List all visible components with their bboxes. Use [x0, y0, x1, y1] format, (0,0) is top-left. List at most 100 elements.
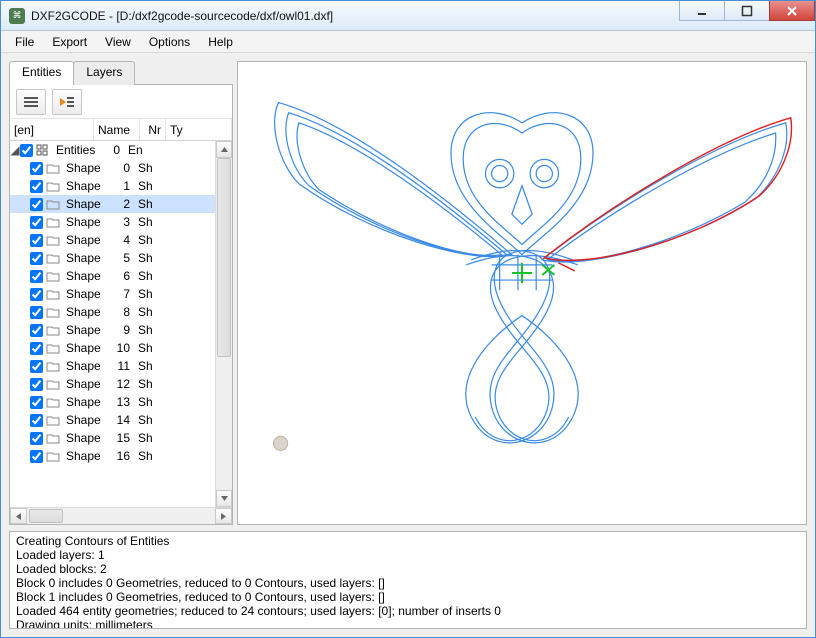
minimize-button[interactable] [679, 1, 725, 21]
scroll-right-button[interactable] [215, 508, 232, 524]
tree-row[interactable]: Shape1Sh [10, 177, 215, 195]
row-nr: 0 [110, 161, 136, 175]
log-panel[interactable]: Creating Contours of EntitiesLoaded laye… [9, 531, 807, 629]
tree-row[interactable]: Shape4Sh [10, 231, 215, 249]
row-checkbox[interactable] [30, 198, 43, 211]
menu-file[interactable]: File [7, 33, 42, 51]
row-type: Sh [136, 431, 215, 445]
row-checkbox[interactable] [30, 162, 43, 175]
hscroll-thumb[interactable] [29, 509, 63, 523]
scroll-up-button[interactable] [216, 141, 232, 158]
hscroll-track[interactable] [27, 508, 215, 524]
col-name[interactable]: Name [94, 119, 140, 140]
row-checkbox[interactable] [30, 414, 43, 427]
row-checkbox[interactable] [30, 324, 43, 337]
row-nr: 6 [110, 269, 136, 283]
scroll-track[interactable] [216, 158, 232, 490]
log-line: Block 0 includes 0 Geometries, reduced t… [16, 576, 800, 590]
tree-row[interactable]: Shape5Sh [10, 249, 215, 267]
content-area: Entities Layers [en] Name [1, 53, 815, 637]
row-checkbox[interactable] [30, 180, 43, 193]
tree-header[interactable]: [en] Name Nr Ty [10, 119, 232, 141]
row-checkbox[interactable] [30, 450, 43, 463]
expand-caret-icon[interactable]: ◢ [10, 143, 20, 157]
tree-row[interactable]: Shape12Sh [10, 375, 215, 393]
row-name: Shape [64, 305, 110, 319]
row-nr: 10 [110, 341, 136, 355]
row-nr: 3 [110, 215, 136, 229]
menu-options[interactable]: Options [141, 33, 198, 51]
tree-row[interactable]: Shape14Sh [10, 411, 215, 429]
close-button[interactable] [769, 1, 815, 21]
row-checkbox[interactable] [30, 288, 43, 301]
app-icon: ⌘ [9, 8, 25, 24]
row-nr: 11 [110, 359, 136, 373]
window-title: DXF2GCODE - [D:/dxf2gcode-sourcecode/dxf… [31, 9, 680, 23]
row-nr: 14 [110, 413, 136, 427]
row-nr: 8 [110, 305, 136, 319]
tree-row[interactable]: Shape3Sh [10, 213, 215, 231]
shape-icon [46, 270, 60, 282]
tree-row[interactable]: Shape2Sh [10, 195, 215, 213]
maximize-button[interactable] [724, 1, 770, 21]
row-name: Shape [64, 269, 110, 283]
col-nr[interactable]: Nr [140, 119, 166, 140]
row-nr: 12 [110, 377, 136, 391]
tree-row[interactable]: Shape15Sh [10, 429, 215, 447]
row-checkbox[interactable] [30, 270, 43, 283]
row-checkbox[interactable] [30, 378, 43, 391]
tree-row[interactable]: Shape6Sh [10, 267, 215, 285]
row-checkbox[interactable] [20, 144, 33, 157]
row-checkbox[interactable] [30, 342, 43, 355]
tree-row[interactable]: Shape8Sh [10, 303, 215, 321]
tree-row[interactable]: Shape7Sh [10, 285, 215, 303]
tab-layers[interactable]: Layers [73, 61, 135, 85]
title-bar[interactable]: ⌘ DXF2GCODE - [D:/dxf2gcode-sourcecode/d… [1, 1, 815, 31]
tree-row[interactable]: Shape13Sh [10, 393, 215, 411]
app-window: ⌘ DXF2GCODE - [D:/dxf2gcode-sourcecode/d… [0, 0, 816, 638]
tree-scroll[interactable]: ◢Entities0EnShape0ShShape1ShShape2ShShap… [10, 141, 215, 507]
row-checkbox[interactable] [30, 432, 43, 445]
row-nr: 13 [110, 395, 136, 409]
horizontal-scrollbar[interactable] [10, 507, 232, 524]
row-name: Shape [64, 323, 110, 337]
scroll-left-button[interactable] [10, 508, 27, 524]
row-checkbox[interactable] [30, 216, 43, 229]
row-type: Sh [136, 269, 215, 283]
drawing-canvas[interactable] [237, 61, 807, 525]
row-type: Sh [136, 197, 215, 211]
row-nr: 2 [110, 197, 136, 211]
tree-row[interactable]: Shape0Sh [10, 159, 215, 177]
tree-row[interactable]: Shape11Sh [10, 357, 215, 375]
row-checkbox[interactable] [30, 306, 43, 319]
row-nr: 15 [110, 431, 136, 445]
menu-help[interactable]: Help [200, 33, 241, 51]
menu-view[interactable]: View [97, 33, 139, 51]
row-checkbox[interactable] [30, 252, 43, 265]
tree-row[interactable]: Shape9Sh [10, 321, 215, 339]
row-name: Entities [54, 143, 100, 157]
row-nr: 7 [110, 287, 136, 301]
row-checkbox[interactable] [30, 396, 43, 409]
tree-root-row[interactable]: ◢Entities0En [10, 141, 215, 159]
tree-row[interactable]: Shape10Sh [10, 339, 215, 357]
scroll-down-button[interactable] [216, 490, 232, 507]
col-enabled[interactable]: [en] [10, 119, 94, 140]
collapse-all-button[interactable] [16, 89, 46, 115]
row-type: Sh [136, 161, 215, 175]
expand-all-button[interactable] [52, 89, 82, 115]
log-line: Loaded blocks: 2 [16, 562, 800, 576]
row-checkbox[interactable] [30, 360, 43, 373]
menu-export[interactable]: Export [44, 33, 95, 51]
row-name: Shape [64, 215, 110, 229]
shape-icon [46, 342, 60, 354]
col-type[interactable]: Ty [166, 119, 232, 140]
tab-entities[interactable]: Entities [9, 61, 74, 85]
vertical-scrollbar[interactable] [215, 141, 232, 507]
log-line: Block 1 includes 0 Geometries, reduced t… [16, 590, 800, 604]
row-checkbox[interactable] [30, 234, 43, 247]
shape-icon [46, 216, 60, 228]
tree-row[interactable]: Shape16Sh [10, 447, 215, 465]
scroll-thumb[interactable] [217, 158, 231, 357]
row-type: Sh [136, 323, 215, 337]
